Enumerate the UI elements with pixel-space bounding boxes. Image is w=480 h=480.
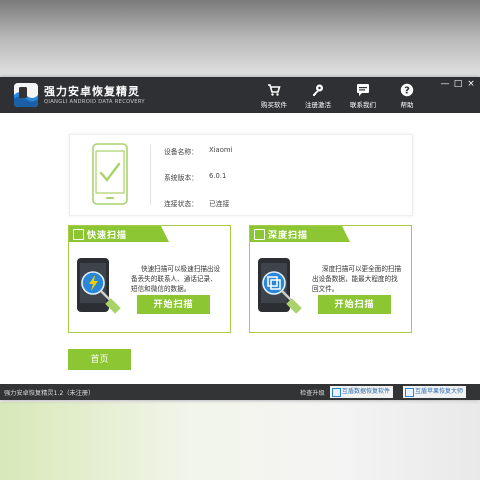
- title-bar: 强力安卓恢复精灵 QIANGLI ANDROID DATA RECOVERY 购…: [0, 77, 480, 113]
- close-button[interactable]: ×: [466, 79, 476, 89]
- minimize-button[interactable]: —: [440, 79, 450, 89]
- iphone-recovery-link[interactable]: 互盾苹果恢复大师: [403, 386, 467, 398]
- deep-scan-start-button[interactable]: 开始扫描: [318, 295, 391, 314]
- contact-us-label: 联系我们: [350, 101, 376, 109]
- layers-icon: [258, 258, 302, 314]
- connection-status-value: 已连接: [209, 200, 230, 208]
- system-version-value: 6.0.1: [209, 172, 227, 180]
- data-recovery-link[interactable]: 互盾数据恢复软件: [330, 386, 394, 398]
- cart-icon: [268, 84, 281, 96]
- iphone-recovery-icon: [405, 388, 414, 397]
- register-button[interactable]: 注册激活: [298, 83, 338, 111]
- device-name-label: 设备名称：: [164, 148, 198, 156]
- data-recovery-icon: [332, 388, 341, 397]
- deep-scan-title: 深度扫描: [268, 231, 309, 241]
- deep-scan-header: 深度扫描: [250, 226, 350, 242]
- phone-check-icon: [92, 143, 128, 205]
- quick-scan-title: 快速扫描: [87, 231, 128, 241]
- key-icon: [313, 84, 323, 96]
- register-label: 注册激活: [305, 101, 331, 109]
- device-divider: [150, 145, 151, 205]
- home-button[interactable]: 首页: [68, 349, 131, 370]
- app-logo-icon: [14, 83, 38, 107]
- contact-us-button[interactable]: 联系我们: [343, 83, 383, 111]
- lightning-icon: [77, 258, 121, 314]
- system-version-label: 系统版本：: [164, 174, 198, 182]
- help-icon: ?: [400, 83, 414, 97]
- deep-scan-description: 深度扫描可以更全面的扫描出设备数据，能最大程度的找回文件。: [312, 265, 402, 293]
- help-label: 帮助: [400, 101, 414, 109]
- quick-scan-card: 快速扫描 快速扫描可以极速扫描出设备丢失的联系人、通话记录、短信和微信的数据。 …: [68, 225, 231, 333]
- app-window: 强力安卓恢复精灵 QIANGLI ANDROID DATA RECOVERY 购…: [0, 77, 480, 400]
- system-version-row: 系统版本： 6.0.1: [164, 172, 226, 182]
- quick-scan-description: 快速扫描可以极速扫描出设备丢失的联系人、通话记录、短信和微信的数据。: [131, 265, 221, 293]
- buy-software-label: 购买软件: [261, 101, 287, 109]
- device-name-row: 设备名称： Xiaomi: [164, 146, 232, 156]
- maximize-button[interactable]: □: [453, 79, 463, 89]
- device-name-value: Xiaomi: [209, 146, 233, 154]
- check-update-link[interactable]: 检查升级: [300, 388, 325, 397]
- version-status: 强力安卓恢复精灵1.2（未注册）: [4, 390, 95, 397]
- buy-software-button[interactable]: 购买软件: [254, 83, 294, 111]
- quick-scan-check-icon: [73, 229, 84, 240]
- chat-icon: [357, 84, 369, 96]
- device-info-card: 设备名称： Xiaomi 系统版本： 6.0.1 连接状态： 已连接: [69, 134, 413, 216]
- iphone-recovery-label: 互盾苹果恢复大师: [415, 388, 464, 395]
- connection-status-row: 连接状态： 已连接: [164, 198, 229, 208]
- status-bar: 强力安卓恢复精灵1.2（未注册） 检查升级 互盾数据恢复软件 互盾苹果恢复大师: [0, 384, 480, 400]
- deep-scan-card: 深度扫描 深度扫描可以更全面的扫描出设备数据，能最大程度的找回文件。 开始扫描: [249, 225, 412, 333]
- app-subtitle: QIANGLI ANDROID DATA RECOVERY: [44, 99, 145, 105]
- data-recovery-label: 互盾数据恢复软件: [342, 388, 391, 395]
- help-button[interactable]: ? 帮助: [387, 83, 427, 111]
- deep-scan-check-icon: [254, 229, 265, 240]
- connection-status-label: 连接状态：: [164, 200, 198, 208]
- quick-scan-start-button[interactable]: 开始扫描: [137, 295, 210, 314]
- quick-scan-header: 快速扫描: [69, 226, 169, 242]
- background-blur: [0, 402, 480, 480]
- app-title: 强力安卓恢复精灵: [44, 85, 140, 98]
- svg-text:?: ?: [404, 86, 410, 97]
